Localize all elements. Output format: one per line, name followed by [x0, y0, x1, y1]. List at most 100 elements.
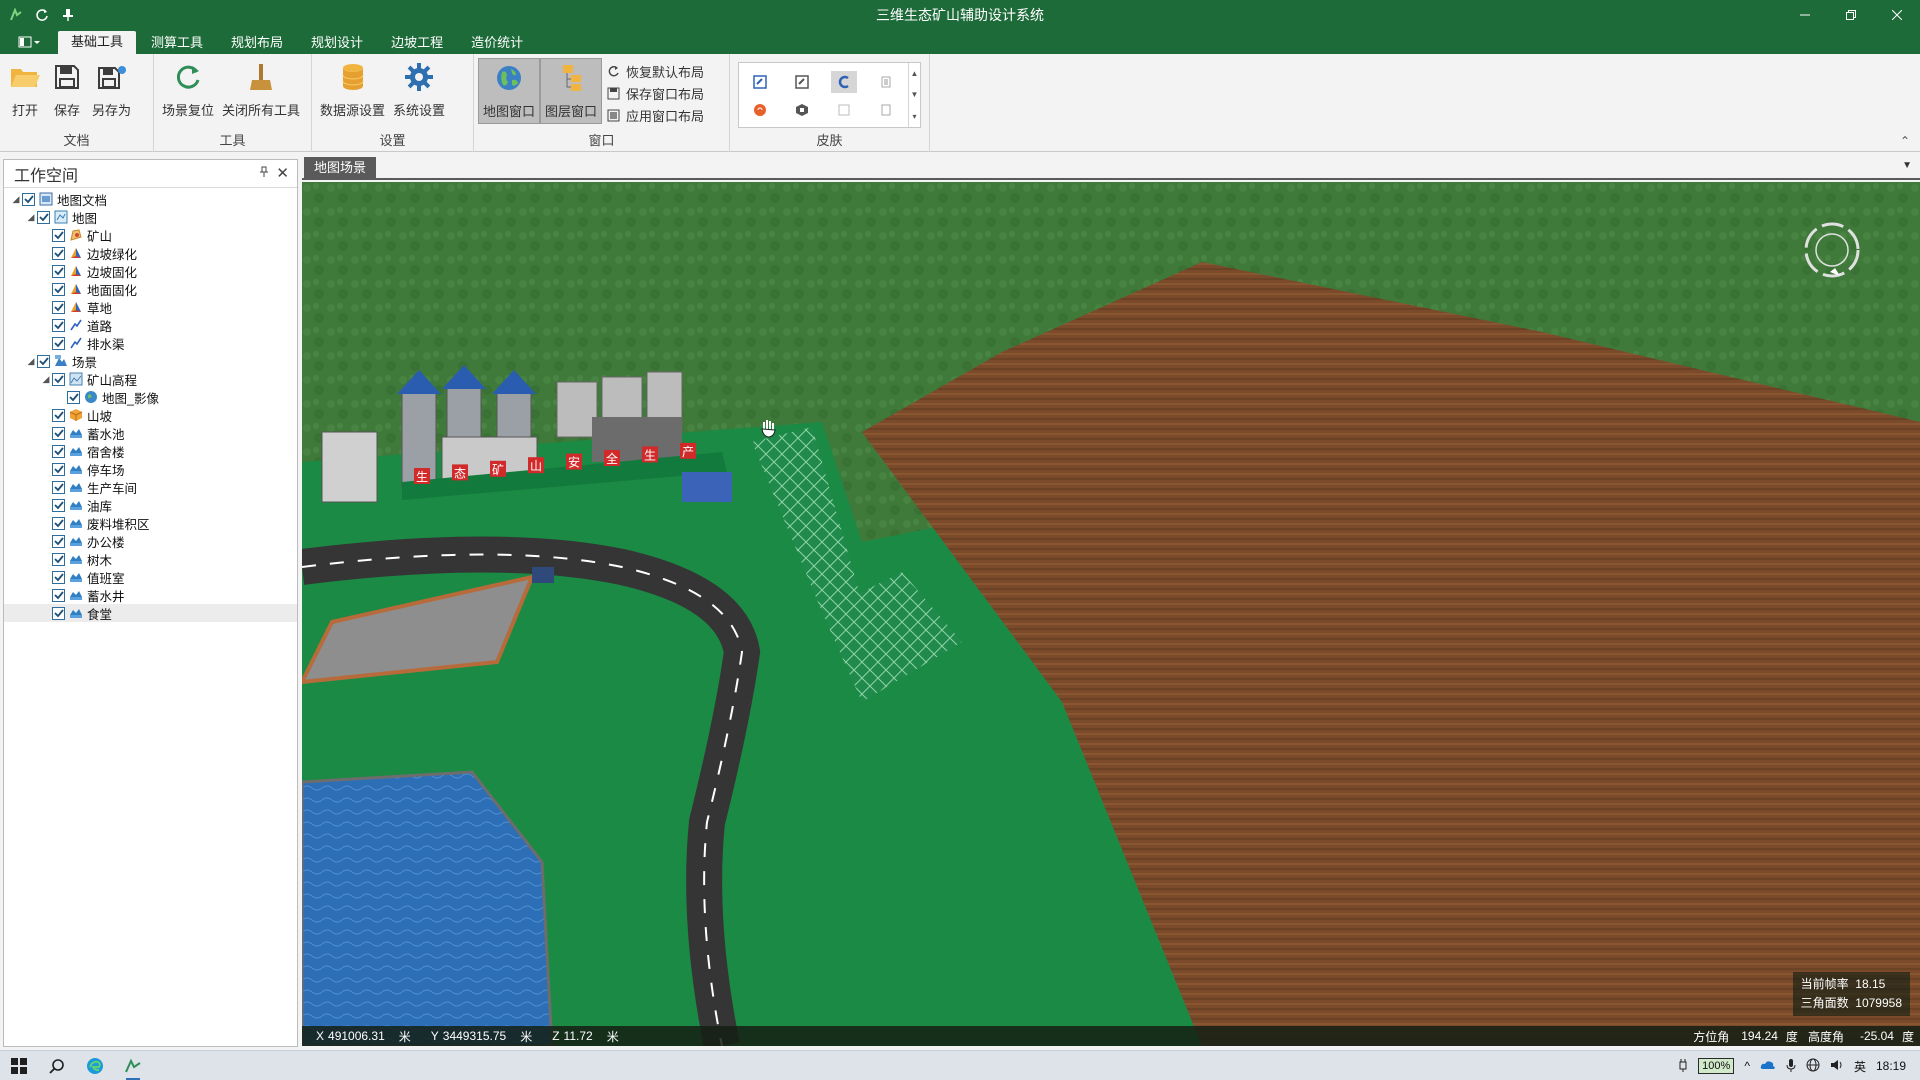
- visibility-checkbox[interactable]: [52, 480, 65, 494]
- tree-item[interactable]: 值班室: [4, 568, 297, 586]
- tree-item[interactable]: 蓄水井: [4, 586, 297, 604]
- network-globe-icon[interactable]: [1806, 1058, 1820, 1075]
- skin-blue-selected-icon[interactable]: [831, 71, 857, 93]
- minimize-button[interactable]: [1782, 0, 1828, 30]
- tab-cost-statistics[interactable]: 造价统计: [458, 32, 536, 54]
- visibility-checkbox[interactable]: [52, 570, 65, 584]
- visibility-checkbox[interactable]: [52, 282, 65, 296]
- close-panel-icon[interactable]: ✕: [276, 164, 289, 182]
- search-icon[interactable]: [38, 1051, 76, 1080]
- tree-item[interactable]: 山坡: [4, 406, 297, 424]
- visibility-checkbox[interactable]: [52, 336, 65, 350]
- close-button[interactable]: [1874, 0, 1920, 30]
- expand-toggle-icon[interactable]: ◢: [10, 193, 22, 205]
- datasource-settings-button[interactable]: 数据源设置: [316, 58, 389, 124]
- tree-item[interactable]: 地面固化: [4, 280, 297, 298]
- visibility-checkbox[interactable]: [52, 516, 65, 530]
- visibility-checkbox[interactable]: [52, 462, 65, 476]
- tray-expand-icon[interactable]: ^: [1744, 1059, 1750, 1073]
- visibility-checkbox[interactable]: [52, 264, 65, 278]
- visibility-checkbox[interactable]: [52, 534, 65, 548]
- visibility-checkbox[interactable]: [52, 426, 65, 440]
- windows-start-icon[interactable]: [0, 1051, 38, 1080]
- tree-item[interactable]: 生产车间: [4, 478, 297, 496]
- tab-basic-tools[interactable]: 基础工具: [58, 31, 137, 54]
- expand-toggle-icon[interactable]: ◢: [25, 211, 37, 223]
- tree-item[interactable]: 草地: [4, 298, 297, 316]
- battery-indicator[interactable]: 100%: [1698, 1058, 1735, 1074]
- tab-measure-tools[interactable]: 测算工具: [138, 32, 216, 54]
- save-as-button[interactable]: 另存为: [88, 58, 135, 124]
- visibility-checkbox[interactable]: [37, 354, 50, 368]
- tree-item[interactable]: 矿山: [4, 226, 297, 244]
- tree-item[interactable]: 食堂: [4, 604, 297, 622]
- skin-light-icon[interactable]: [873, 71, 899, 93]
- apply-window-layout-button[interactable]: 应用窗口布局: [602, 104, 708, 126]
- visibility-checkbox[interactable]: [52, 498, 65, 512]
- app-taskbar-icon[interactable]: [114, 1051, 152, 1080]
- pin-icon[interactable]: [60, 7, 76, 23]
- skin-silver-icon[interactable]: [831, 99, 857, 121]
- tree-item[interactable]: 办公楼: [4, 532, 297, 550]
- restore-button[interactable]: [1828, 0, 1874, 30]
- expand-toggle-icon[interactable]: ◢: [40, 373, 52, 385]
- visibility-checkbox[interactable]: [52, 408, 65, 422]
- skin-orange-icon[interactable]: [747, 99, 773, 121]
- visibility-checkbox[interactable]: [52, 318, 65, 332]
- tree-item[interactable]: 边坡固化: [4, 262, 297, 280]
- edge-browser-icon[interactable]: [76, 1051, 114, 1080]
- tree-item[interactable]: 废料堆积区: [4, 514, 297, 532]
- visibility-checkbox[interactable]: [52, 606, 65, 620]
- skin-office-gray-icon[interactable]: [789, 71, 815, 93]
- tree-item[interactable]: 油库: [4, 496, 297, 514]
- tree-item[interactable]: 蓄水池: [4, 424, 297, 442]
- system-settings-button[interactable]: 系统设置: [389, 58, 449, 124]
- tree-item[interactable]: 树木: [4, 550, 297, 568]
- tree-item[interactable]: ◢ 场景: [4, 352, 297, 370]
- visibility-checkbox[interactable]: [52, 372, 65, 386]
- skin-office-blue-icon[interactable]: [747, 71, 773, 93]
- input-method-indicator[interactable]: 英: [1854, 1058, 1866, 1075]
- tree-item[interactable]: 宿舍楼: [4, 442, 297, 460]
- visibility-checkbox[interactable]: [52, 444, 65, 458]
- tree-item[interactable]: 道路: [4, 316, 297, 334]
- reset-scene-button[interactable]: 场景复位: [158, 58, 218, 124]
- volume-icon[interactable]: [1830, 1058, 1844, 1075]
- layer-window-button[interactable]: 图层窗口: [540, 58, 603, 124]
- tab-slope-engineering[interactable]: 边坡工程: [378, 32, 456, 54]
- tree-item[interactable]: ◢ 地图: [4, 208, 297, 226]
- onedrive-cloud-icon[interactable]: [1760, 1059, 1776, 1073]
- visibility-checkbox[interactable]: [52, 300, 65, 314]
- tree-item[interactable]: 边坡绿化: [4, 244, 297, 262]
- file-menu-button[interactable]: [0, 30, 58, 54]
- visibility-checkbox[interactable]: [52, 228, 65, 242]
- visibility-checkbox[interactable]: [22, 192, 35, 206]
- clock[interactable]: 18:19: [1876, 1059, 1906, 1073]
- map-window-button[interactable]: 地图窗口: [478, 58, 541, 124]
- tab-planning-layout[interactable]: 规划布局: [218, 32, 296, 54]
- 3d-scene-viewport[interactable]: 生态矿山安全生产: [302, 182, 1920, 1046]
- visibility-checkbox[interactable]: [52, 588, 65, 602]
- visibility-checkbox[interactable]: [37, 210, 50, 224]
- open-button[interactable]: 打开: [4, 58, 46, 124]
- expand-toggle-icon[interactable]: ◢: [25, 355, 37, 367]
- collapse-ribbon-icon[interactable]: ⌃: [1900, 134, 1910, 148]
- tab-planning-design[interactable]: 规划设计: [298, 32, 376, 54]
- save-button[interactable]: 保存: [46, 58, 88, 124]
- tab-map-scene[interactable]: 地图场景: [304, 157, 377, 179]
- restore-default-layout-button[interactable]: 恢复默认布局: [602, 60, 708, 82]
- tree-item[interactable]: ◢ 矿山高程: [4, 370, 297, 388]
- power-plug-icon[interactable]: [1678, 1058, 1688, 1075]
- tree-item[interactable]: 排水渠: [4, 334, 297, 352]
- tree-item[interactable]: 地图_影像: [4, 388, 297, 406]
- tab-dropdown-icon[interactable]: ▼: [1902, 160, 1912, 171]
- microphone-icon[interactable]: [1786, 1058, 1796, 1075]
- tree-item[interactable]: 停车场: [4, 460, 297, 478]
- visibility-checkbox[interactable]: [52, 552, 65, 566]
- skin-white-icon[interactable]: [873, 99, 899, 121]
- tree-item[interactable]: ◢ 地图文档: [4, 190, 297, 208]
- refresh-icon[interactable]: [34, 7, 50, 23]
- skin-dark-icon[interactable]: [789, 99, 815, 121]
- pin-panel-icon[interactable]: [259, 166, 269, 181]
- skin-gallery-scroll[interactable]: ▲ ▼ ▾: [908, 63, 920, 127]
